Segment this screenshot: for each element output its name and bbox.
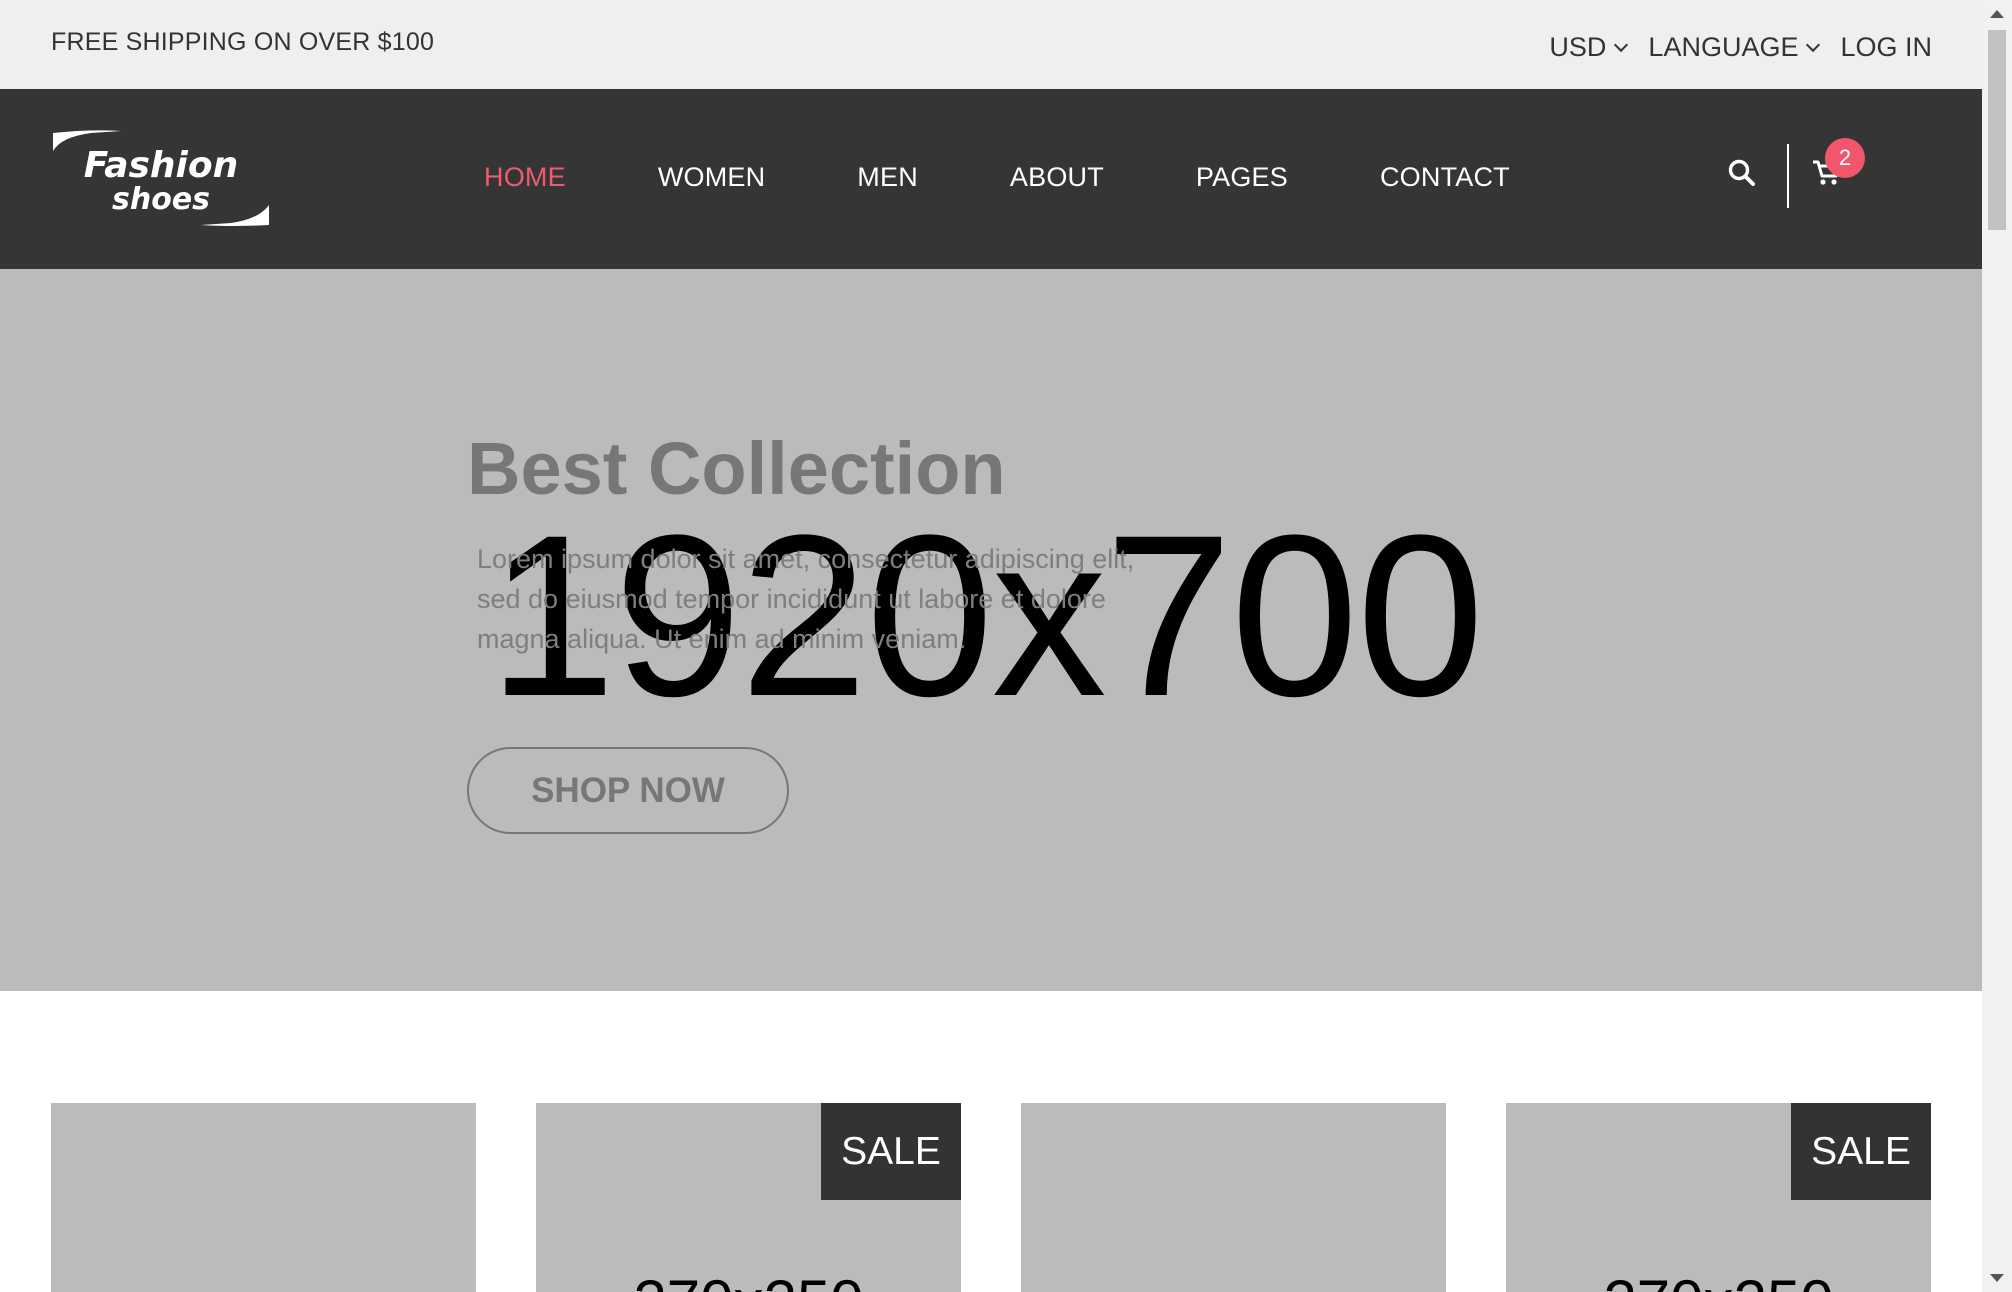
language-dropdown[interactable]: LANGUAGE xyxy=(1648,32,1821,63)
scroll-up-arrow-icon[interactable] xyxy=(1990,10,2004,18)
product-card[interactable] xyxy=(1021,1103,1446,1292)
content: FREE SHIPPING ON OVER $100 USD LANGUAGE … xyxy=(0,0,1982,1292)
nav-women[interactable]: WOMEN xyxy=(658,162,765,193)
main-nav: HOME WOMEN MEN ABOUT PAGES CONTACT xyxy=(484,162,1602,193)
top-bar: FREE SHIPPING ON OVER $100 USD LANGUAGE … xyxy=(0,0,1982,89)
chevron-down-icon xyxy=(1806,37,1821,52)
chevron-down-icon xyxy=(1614,37,1629,52)
hero-description: Lorem ipsum dolor sit amet, consectetur … xyxy=(477,544,1135,654)
currency-label: USD xyxy=(1549,32,1607,62)
search-icon[interactable] xyxy=(1727,158,1757,188)
sale-badge: SALE xyxy=(1791,1103,1931,1200)
nav-home[interactable]: HOME xyxy=(484,162,566,193)
header-divider xyxy=(1787,144,1789,208)
shop-now-button[interactable]: SHOP NOW xyxy=(467,747,789,834)
logo-mark: Fashion shoes xyxy=(53,130,269,226)
nav-contact[interactable]: CONTACT xyxy=(1380,162,1510,193)
scroll-down-arrow-icon[interactable] xyxy=(1990,1274,2004,1282)
logo[interactable]: Fashion shoes xyxy=(51,129,271,227)
main-header: Fashion shoes HOME WOMEN MEN ABOUT PAGES… xyxy=(0,89,1982,269)
scrollbar-thumb[interactable] xyxy=(1988,30,2006,230)
nav-men[interactable]: MEN xyxy=(857,162,918,193)
currency-dropdown[interactable]: USD xyxy=(1549,32,1629,63)
nav-about[interactable]: ABOUT xyxy=(1010,162,1104,193)
product-card[interactable]: SALE 270x250 xyxy=(536,1103,961,1292)
hero-title: Best Collection xyxy=(467,427,1006,510)
cart-count-badge: 2 xyxy=(1825,138,1865,178)
product-card[interactable] xyxy=(51,1103,476,1292)
sale-badge: SALE xyxy=(821,1103,961,1200)
language-label: LANGUAGE xyxy=(1648,32,1799,62)
product-card[interactable]: SALE 270x250 xyxy=(1506,1103,1931,1292)
logo-line-2: shoes xyxy=(112,182,210,217)
login-link[interactable]: LOG IN xyxy=(1840,32,1932,63)
vertical-scrollbar[interactable] xyxy=(1982,0,2012,1292)
product-image-placeholder: 270x250 xyxy=(1506,1267,1931,1292)
page: FREE SHIPPING ON OVER $100 USD LANGUAGE … xyxy=(0,0,2012,1292)
nav-pages[interactable]: PAGES xyxy=(1196,162,1288,193)
free-shipping-text: FREE SHIPPING ON OVER $100 xyxy=(51,28,435,56)
logo-line-1: Fashion xyxy=(84,145,239,186)
hero-banner: 1920x700 Best Collection Lorem ipsum dol… xyxy=(0,269,1982,991)
product-image-placeholder: 270x250 xyxy=(536,1267,961,1292)
top-bar-actions: USD LANGUAGE LOG IN xyxy=(1549,32,1932,63)
